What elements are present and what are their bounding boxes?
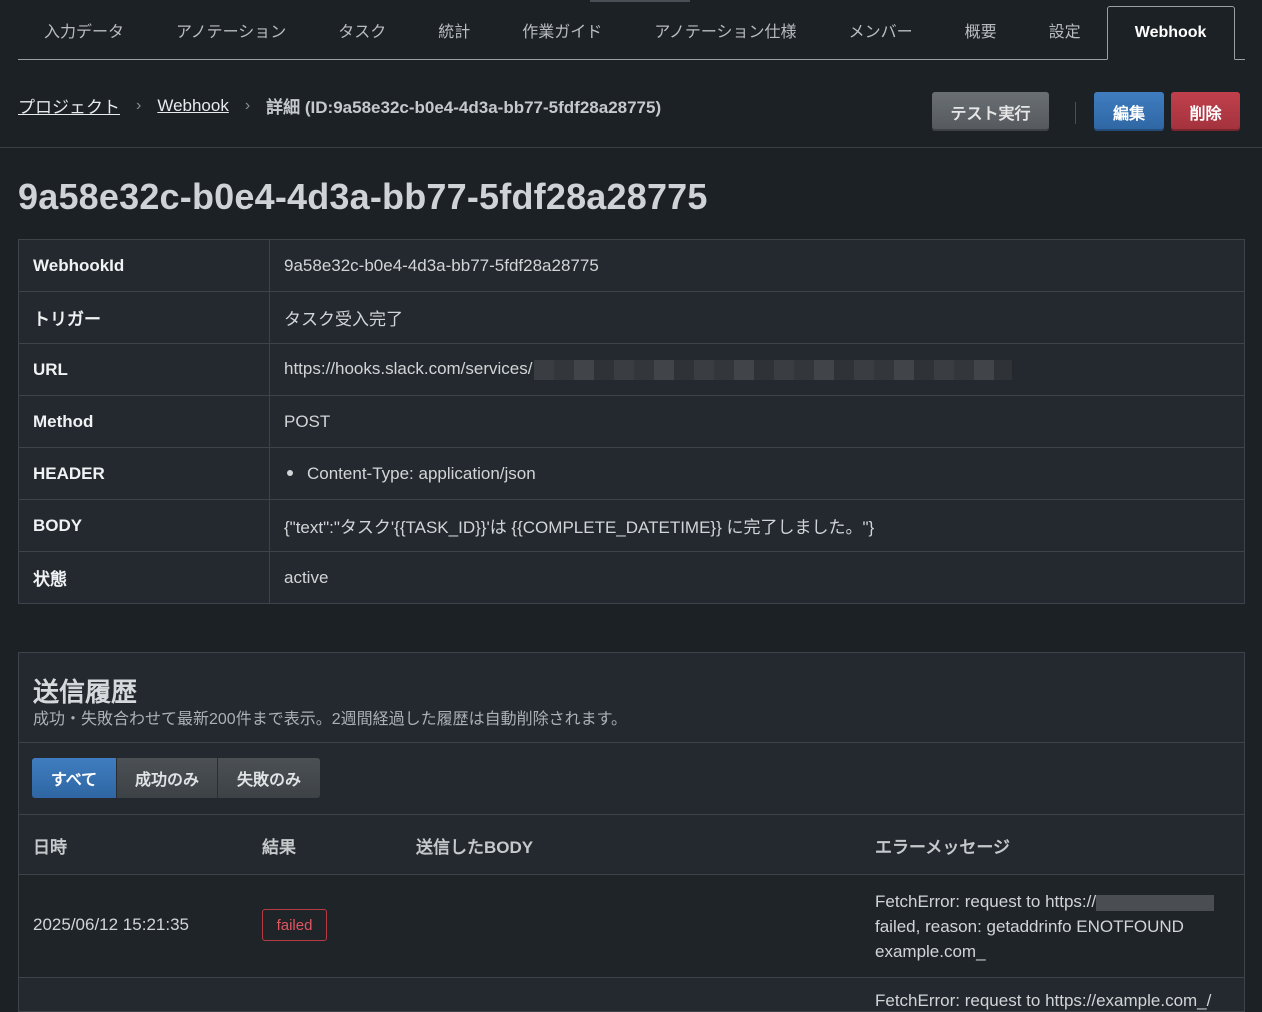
- chevron-right-icon: ›: [136, 96, 142, 114]
- history-filter-group: すべて 成功のみ 失敗のみ: [32, 758, 320, 798]
- breadcrumb-project-link[interactable]: プロジェクト: [18, 93, 120, 118]
- tab-overview[interactable]: 概要: [939, 1, 1023, 59]
- header-value: Content-Type: application/json: [307, 463, 536, 483]
- test-run-button[interactable]: テスト実行: [932, 92, 1049, 131]
- divider: [1075, 102, 1076, 124]
- detail-label: 状態: [18, 551, 270, 604]
- filter-success-button[interactable]: 成功のみ: [117, 758, 218, 798]
- history-subtitle: 成功・失敗合わせて最新200件まで表示。2週間経過した履歴は自動削除されます。: [33, 711, 627, 728]
- detail-row-status: 状態 active: [18, 551, 1245, 604]
- detail-value: {"text":"タスク'{{TASK_ID}}'は {{COMPLETE_DA…: [269, 499, 1245, 552]
- detail-value-cell: https://hooks.slack.com/services/: [269, 343, 1245, 396]
- tab-work-guide[interactable]: 作業ガイド: [496, 1, 628, 59]
- divider: [19, 742, 1244, 743]
- edit-button[interactable]: 編集: [1094, 92, 1164, 131]
- divider: [19, 977, 1244, 978]
- breadcrumb-bar: プロジェクト › Webhook › 詳細 (ID:9a58e32c-b0e4-…: [0, 60, 1262, 148]
- chevron-right-icon: ›: [244, 96, 251, 114]
- detail-value: active: [269, 551, 1245, 604]
- tab-annotation-spec[interactable]: アノテーション仕様: [628, 1, 822, 59]
- tab-settings[interactable]: 設定: [1023, 1, 1107, 59]
- detail-value: タスク受入完了: [269, 291, 1245, 344]
- error-rest: failed, reason: getaddrinfo ENOTFOUND ex…: [875, 917, 1184, 961]
- tab-members[interactable]: メンバー: [823, 1, 939, 59]
- webhook-detail-table: WebhookId 9a58e32c-b0e4-4d3a-bb77-5fdf28…: [18, 239, 1245, 604]
- column-header-error-message: エラーメッセージ: [875, 838, 1010, 857]
- detail-row-url: URL https://hooks.slack.com/services/: [18, 343, 1245, 396]
- tab-input-data[interactable]: 入力データ: [18, 1, 150, 59]
- tab-annotation[interactable]: アノテーション: [150, 1, 312, 59]
- url-value: https://hooks.slack.com/services/: [284, 359, 533, 379]
- filter-all-button[interactable]: すべて: [32, 758, 117, 798]
- breadcrumb-webhook-link[interactable]: Webhook: [157, 96, 229, 116]
- detail-label: WebhookId: [18, 239, 270, 292]
- detail-label: BODY: [18, 499, 270, 552]
- detail-value-cell: Content-Type: application/json: [269, 447, 1245, 500]
- history-datetime: 2025/06/12 15:21:35: [33, 915, 189, 934]
- column-header-datetime: 日時: [33, 838, 67, 857]
- detail-value: 9a58e32c-b0e4-4d3a-bb77-5fdf28a28775: [284, 255, 599, 275]
- detail-label: トリガー: [18, 291, 270, 344]
- status-badge: failed: [262, 909, 327, 941]
- history-title: 送信履歴: [33, 677, 138, 707]
- column-header-sent-body: 送信したBODY: [416, 838, 534, 857]
- history-error-message-next: FetchError: request to https://example.c…: [875, 991, 1212, 1010]
- page-title: 9a58e32c-b0e4-4d3a-bb77-5fdf28a28775: [18, 176, 708, 217]
- delete-button[interactable]: 削除: [1171, 92, 1240, 131]
- redacted-mosaic: [1096, 894, 1215, 911]
- detail-label: HEADER: [18, 447, 270, 500]
- project-tabs: 入力データ アノテーション タスク 統計 作業ガイド アノテーション仕様 メンバ…: [18, 0, 1245, 60]
- detail-row-body: BODY {"text":"タスク'{{TASK_ID}}'は {{COMPLE…: [18, 499, 1245, 552]
- divider: [19, 814, 1244, 815]
- detail-row-method: Method POST: [18, 395, 1245, 448]
- filter-failed-button[interactable]: 失敗のみ: [218, 758, 320, 798]
- error-prefix: FetchError: request to https://: [875, 892, 1097, 911]
- detail-label: Method: [18, 395, 270, 448]
- detail-label: URL: [18, 343, 270, 396]
- send-history-panel: 送信履歴 成功・失敗合わせて最新200件まで表示。2週間経過した履歴は自動削除さ…: [18, 652, 1245, 1012]
- detail-value: POST: [269, 395, 1245, 448]
- tab-webhook[interactable]: Webhook: [1106, 6, 1235, 60]
- detail-row-trigger: トリガー タスク受入完了: [18, 291, 1245, 344]
- history-error-message: FetchError: request to https:// failed, …: [875, 889, 1225, 964]
- detail-row-webhook-id: WebhookId 9a58e32c-b0e4-4d3a-bb77-5fdf28…: [18, 239, 1245, 292]
- breadcrumb: プロジェクト › Webhook › 詳細 (ID:9a58e32c-b0e4-…: [18, 93, 661, 118]
- column-header-result: 結果: [262, 838, 296, 857]
- tab-task[interactable]: タスク: [312, 1, 412, 59]
- bullet-icon: [287, 469, 293, 476]
- redacted-mosaic: [534, 359, 1013, 380]
- detail-row-header: HEADER Content-Type: application/json: [18, 447, 1245, 500]
- breadcrumb-current: 詳細 (ID:9a58e32c-b0e4-4d3a-bb77-5fdf28a28…: [266, 98, 662, 117]
- tab-statistics[interactable]: 統計: [412, 1, 496, 59]
